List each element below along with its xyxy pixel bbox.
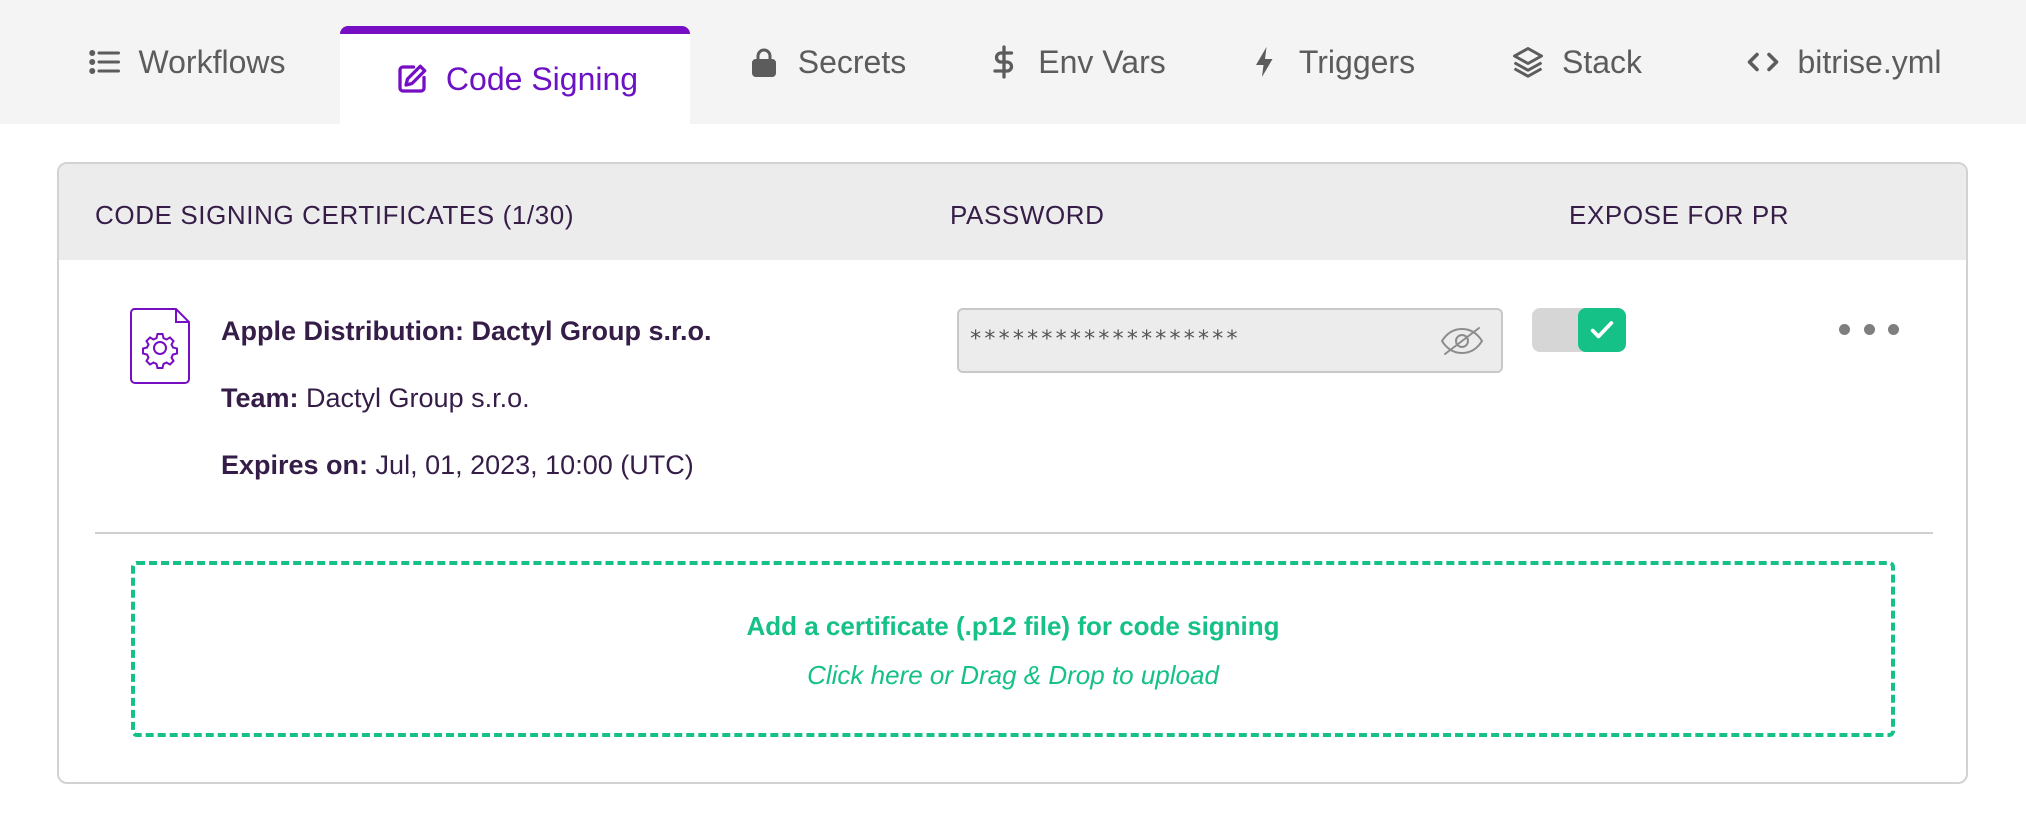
table-header: CODE SIGNING CERTIFICATES (1/30) PASSWOR… [59,164,1966,260]
dot [1863,323,1875,335]
dropzone-subtitle: Click here or Drag & Drop to upload [807,660,1219,690]
password-value: ******************* [969,327,1240,352]
code-icon [1743,42,1783,82]
tab-env-vars[interactable]: Env Vars [980,0,1170,124]
checkmark-icon [1590,321,1614,339]
layers-icon [1508,42,1548,82]
dollar-icon [984,42,1024,82]
tab-bitrise-yml[interactable]: bitrise.yml [1740,0,1945,124]
lightning-icon [1245,42,1285,82]
list-icon [85,42,125,82]
column-header-certificates: CODE SIGNING CERTIFICATES (1/30) [95,200,575,230]
tab-triggers[interactable]: Triggers [1240,0,1420,124]
certificate-expiry: Expires on: Jul, 01, 2023, 10:00 (UTC) [221,450,694,481]
column-header-expose-for-pr: EXPOSE FOR PR [1569,200,1790,230]
expires-value: Jul, 01, 2023, 10:00 (UTC) [368,450,694,480]
certificate-file-icon [130,308,190,384]
dot [1888,323,1899,335]
tab-label: Stack [1561,43,1643,80]
team-value: Dactyl Group s.r.o. [298,383,530,413]
dot [1839,323,1850,335]
tab-label: Secrets [797,43,907,80]
tab-label: Workflows [138,43,286,80]
tab-label: bitrise.yml [1797,43,1942,80]
team-label: Team: [221,383,299,413]
tab-label: Triggers [1298,43,1416,80]
dropzone-title: Add a certificate (.p12 file) for code s… [746,611,1280,641]
divider [95,532,1933,534]
expose-for-pr-toggle[interactable] [1532,308,1626,352]
eye-off-icon[interactable] [1439,322,1485,360]
code-signing-certificates-panel: CODE SIGNING CERTIFICATES (1/30) PASSWOR… [57,162,1968,784]
certificate-upload-dropzone[interactable]: Add a certificate (.p12 file) for code s… [131,561,1895,737]
edit-square-icon [392,59,432,99]
certificate-team: Team: Dactyl Group s.r.o. [221,383,530,414]
column-header-password: PASSWORD [950,200,1105,230]
tab-bar: Workflows Code Signing Secrets Env Vars [0,0,2026,124]
password-field[interactable]: ******************* [957,308,1503,373]
tab-stack[interactable]: Stack [1505,0,1645,124]
tab-workflows[interactable]: Workflows [70,0,300,124]
expires-label: Expires on: [221,450,369,480]
lock-icon [744,42,784,82]
tab-label: Code Signing [445,60,639,97]
tab-secrets[interactable]: Secrets [730,0,920,124]
tab-label: Env Vars [1038,43,1166,80]
more-options-button[interactable] [1839,314,1899,344]
tab-code-signing[interactable]: Code Signing [340,26,690,124]
toggle-knob [1578,308,1626,352]
certificate-name: Apple Distribution: Dactyl Group s.r.o. [221,316,712,346]
